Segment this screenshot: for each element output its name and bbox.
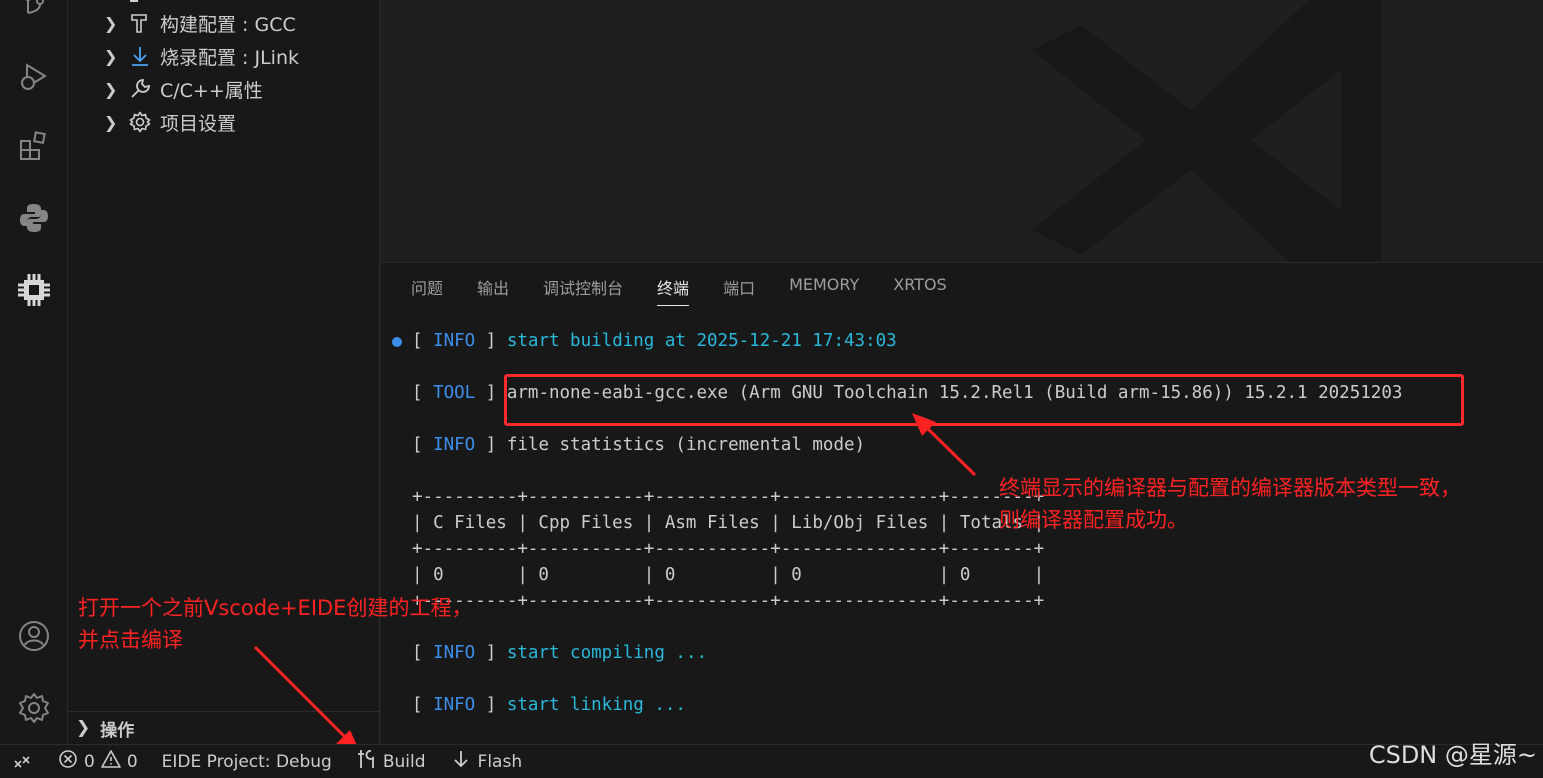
annotation-arrows xyxy=(253,413,977,752)
eide-project-status[interactable]: EIDE Project: Debug xyxy=(162,752,332,772)
remote-icon[interactable] xyxy=(12,752,32,772)
build-tools-icon xyxy=(356,748,378,775)
warning-count: 0 xyxy=(126,751,138,772)
build-label: Build xyxy=(382,751,426,772)
error-count: 0 xyxy=(84,751,95,772)
status-bar: 0 0 EIDE Project: Debug Build Flash xyxy=(0,744,1543,778)
arrow-to-build-button xyxy=(253,645,352,744)
flash-button[interactable]: Flash xyxy=(452,749,523,774)
arrow-down-icon xyxy=(452,749,470,774)
flash-label: Flash xyxy=(477,751,523,772)
build-button[interactable]: Build xyxy=(356,748,426,775)
problems-indicator[interactable]: 0 0 xyxy=(58,749,138,774)
arrow-to-tool-line xyxy=(920,421,977,477)
error-icon xyxy=(58,749,78,774)
warning-icon xyxy=(101,749,121,774)
csdn-watermark: CSDN @星源~ xyxy=(1368,741,1537,769)
